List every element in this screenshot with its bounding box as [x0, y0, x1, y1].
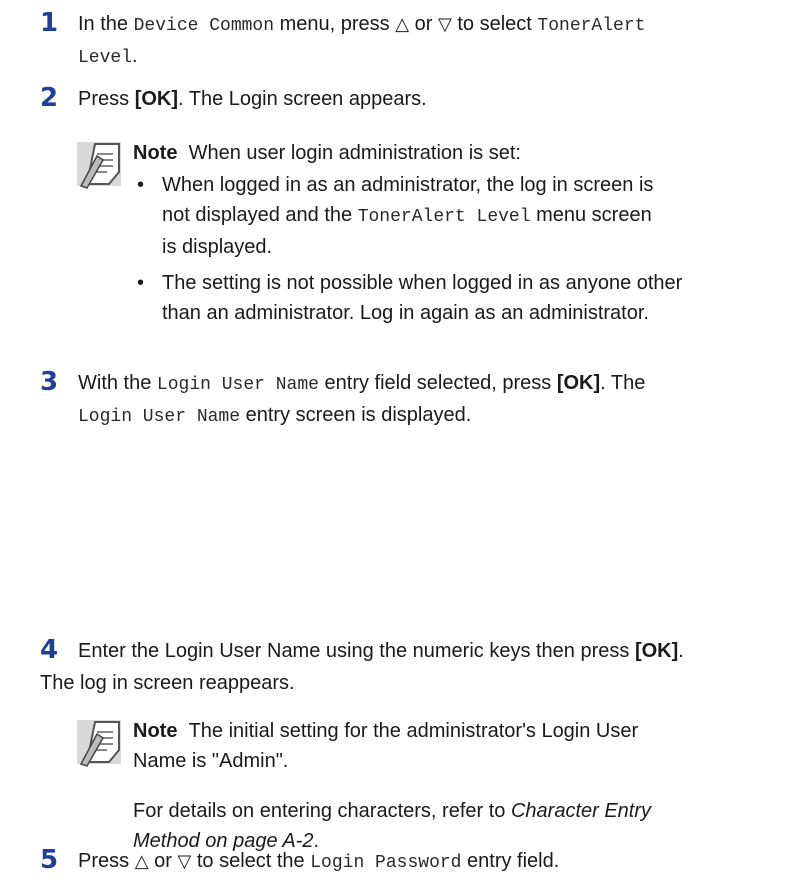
text: or [148, 850, 178, 872]
bullet-icon: • [137, 174, 145, 196]
cross-reference-link: Character Entry [510, 800, 652, 822]
text: than an administrator. Log in again as a… [162, 302, 649, 324]
note-label: Note [133, 720, 178, 742]
up-triangle-icon: △ [395, 14, 410, 35]
text: Press [78, 88, 135, 110]
text: not displayed and the [162, 204, 358, 226]
text: to select [451, 13, 538, 35]
text: Enter the Login User Name using the nume… [78, 640, 635, 662]
step-number: 1 [40, 8, 59, 38]
step-text: Press [OK]. The Login screen appears. [78, 84, 806, 114]
step-text: Enter the Login User Name using the nume… [78, 636, 809, 666]
menu-name: Device Common [133, 16, 275, 36]
ok-key-label: [OK] [556, 372, 601, 394]
bullet-text: When logged in as an administrator, the … [162, 170, 809, 262]
menu-name: TonerAlert [537, 16, 646, 36]
text: to select the [191, 850, 311, 872]
note-body: Note When user login administration is s… [133, 138, 809, 168]
text: . [678, 640, 684, 662]
menu-name: TonerAlert Level [357, 207, 531, 227]
text: . [132, 45, 138, 67]
text: In the [78, 13, 134, 35]
step-number: 3 [40, 367, 59, 397]
text: menu screen [530, 204, 652, 226]
step-text: In the Device Common menu, press △ or ▽ … [78, 9, 806, 73]
step-text: Press △ or ▽ to select the Login Passwor… [78, 846, 806, 878]
note-body: Note The initial setting for the adminis… [133, 716, 809, 776]
step-text-line: The log in screen reappears. [40, 672, 295, 694]
text: With the [78, 372, 157, 394]
step-number: 4 [40, 635, 59, 665]
ok-key-label: [OK] [634, 640, 679, 662]
text: Press [78, 850, 135, 872]
step-number: 2 [40, 83, 59, 113]
field-name: Login Password [310, 853, 462, 873]
down-triangle-icon: ▽ [437, 14, 452, 35]
step-number: 5 [40, 845, 59, 875]
text: is displayed. [162, 236, 273, 258]
note-icon [77, 720, 121, 767]
text: . The [600, 372, 646, 394]
note-icon [77, 142, 121, 189]
down-triangle-icon: ▽ [177, 851, 192, 872]
text: menu, press [274, 13, 396, 35]
step-text: With the Login User Name entry field sel… [78, 368, 806, 432]
bullet-text: The setting is not possible when logged … [162, 268, 809, 328]
text: entry field selected, press [318, 372, 557, 394]
text: . The Login screen appears. [178, 88, 427, 110]
up-triangle-icon: △ [134, 851, 149, 872]
field-name: Login User Name [78, 407, 241, 427]
note-label: Note [133, 142, 178, 164]
text: The setting is not possible when logged … [162, 272, 683, 294]
text: entry screen is displayed. [240, 404, 472, 426]
text: or [409, 13, 438, 35]
text: When logged in as an administrator, the … [162, 174, 654, 196]
text: The initial setting for the administrato… [188, 720, 639, 742]
text: entry field. [461, 850, 560, 872]
text: Name is "Admin". [133, 750, 289, 772]
field-name: Login User Name [156, 375, 319, 395]
bullet-icon: • [137, 272, 145, 294]
menu-name: Level [78, 48, 133, 68]
ok-key-label: [OK] [134, 88, 179, 110]
text: For details on entering characters, refe… [133, 800, 511, 822]
note-intro: When user login administration is set: [188, 142, 521, 164]
